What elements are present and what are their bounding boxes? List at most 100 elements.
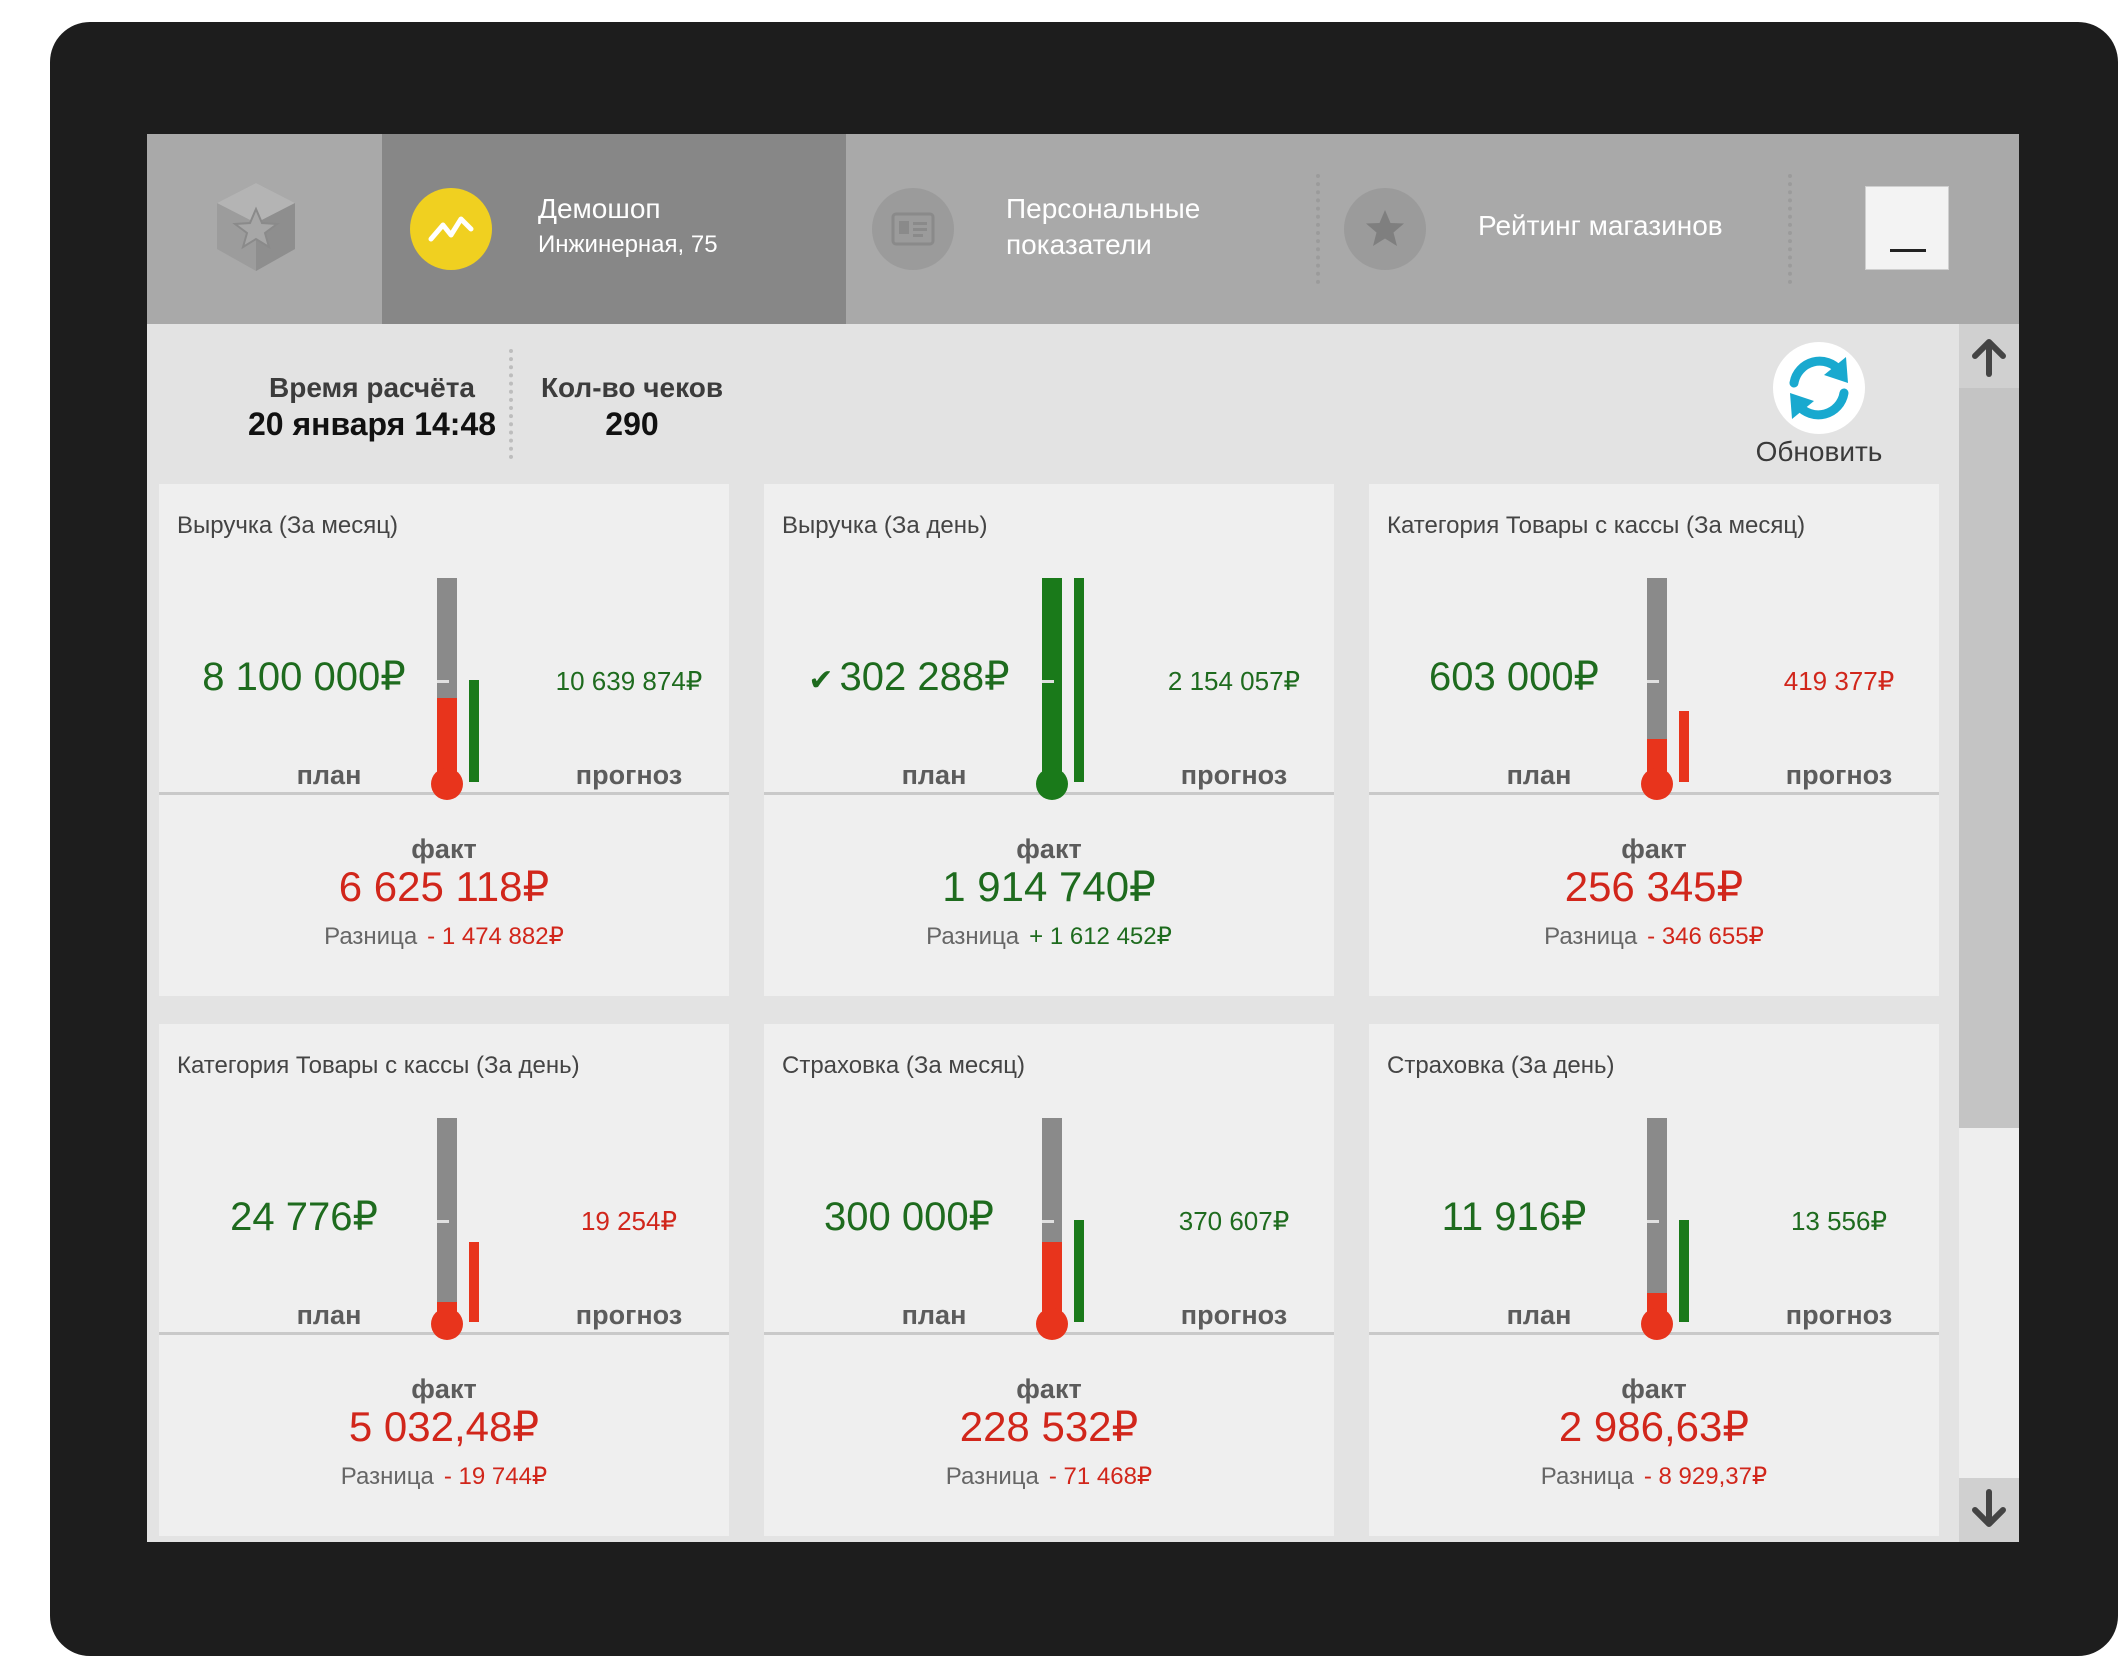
plan-amount: 302 288₽	[839, 655, 1010, 699]
difference-row: Разница - 346 655₽	[1369, 922, 1939, 951]
plan-tick	[1042, 680, 1054, 683]
kpi-card[interactable]: Категория Товары с кассы (За день) 24 776…	[159, 1024, 729, 1536]
header-divider	[1788, 174, 1792, 284]
store-name: Демошоп	[538, 193, 661, 224]
top-navigation: Демошоп Инжинерная, 75 Персональные пока…	[147, 134, 2019, 324]
plan-amount: 8 100 000₽	[202, 655, 406, 699]
difference-value: - 19 744₽	[443, 1463, 548, 1490]
difference-row: Разница + 1 612 452₽	[764, 922, 1334, 951]
plan-label: план	[296, 760, 362, 790]
gauge-bulb	[1641, 1308, 1673, 1340]
card-title: Страховка (За день)	[1387, 1052, 1615, 1079]
vertical-scrollbar[interactable]	[1959, 324, 2019, 1542]
plan-value: ✔ 302 288₽	[764, 654, 1054, 700]
forecast-value: 419 377₽	[1783, 666, 1895, 696]
checks-count: Кол-во чеков 290	[527, 372, 737, 443]
gauge-bulb	[431, 1308, 463, 1340]
difference-row: Разница - 1 474 882₽	[159, 922, 729, 951]
fact-label: факт	[411, 1374, 477, 1404]
card-title: Страховка (За месяц)	[782, 1052, 1025, 1079]
card-title: Выручка (За месяц)	[177, 512, 398, 539]
info-divider	[509, 349, 513, 459]
checkmark-icon: ✔	[808, 664, 834, 697]
plan-tick	[437, 680, 449, 683]
calc-time: Время расчёта 20 января 14:48	[227, 372, 517, 443]
fact-value: 256 345₽	[1564, 863, 1744, 910]
fact-label: факт	[1016, 1374, 1082, 1404]
forecast-label: прогноз	[1785, 760, 1893, 790]
fact-value: 2 986,63₽	[1558, 1403, 1750, 1450]
forecast-bar	[1679, 711, 1689, 782]
scroll-up-arrow-icon[interactable]	[1959, 324, 2019, 388]
forecast-bar	[469, 1242, 479, 1322]
plan-amount: 11 916₽	[1441, 1195, 1587, 1239]
cube-star-icon	[217, 183, 295, 271]
plan-tick	[1647, 680, 1659, 683]
plan-tick	[1647, 1220, 1659, 1223]
plan-value: 603 000₽	[1369, 654, 1659, 700]
difference-value: - 71 468₽	[1048, 1463, 1153, 1490]
calc-time-value: 20 января 14:48	[247, 406, 497, 442]
forecast-label: прогноз	[1180, 760, 1288, 790]
plan-tick	[1042, 1220, 1054, 1223]
app-logo[interactable]	[147, 134, 382, 324]
tab-rating[interactable]: Рейтинг магазинов	[1320, 134, 1788, 324]
app-screen: Демошоп Инжинерная, 75 Персональные пока…	[147, 134, 2019, 1542]
plan-amount: 24 776₽	[230, 1195, 378, 1239]
fact-value: 228 532₽	[959, 1403, 1139, 1450]
fact-label: факт	[1016, 834, 1082, 864]
checks-value: 290	[605, 406, 659, 442]
fact-label: факт	[1621, 834, 1687, 864]
plan-label: план	[1506, 760, 1572, 790]
thermometer-gauge	[1641, 578, 1689, 800]
plan-label: план	[296, 1300, 362, 1330]
difference-value: - 8 929,37₽	[1643, 1463, 1768, 1490]
gauge-bulb	[1036, 768, 1068, 800]
store-address: Инжинерная, 75	[538, 231, 718, 258]
trend-chart-icon	[410, 188, 492, 270]
card-title: Выручка (За день)	[782, 512, 988, 539]
scroll-down-arrow-icon[interactable]	[1959, 1478, 2019, 1542]
forecast-label: прогноз	[575, 1300, 683, 1330]
refresh-icon	[1773, 342, 1865, 434]
tab-personal-label-2: показатели	[1006, 229, 1152, 260]
difference-label: Разница	[945, 1463, 1039, 1490]
minimize-button[interactable]	[1865, 186, 1949, 270]
difference-value: - 1 474 882₽	[427, 923, 564, 950]
fact-label: факт	[411, 834, 477, 864]
thermometer-gauge	[1036, 578, 1084, 800]
kpi-card[interactable]: Страховка (За день) 11 916₽ 13 556₽ план про…	[1369, 1024, 1939, 1536]
tab-personal[interactable]: Персональные показатели	[846, 134, 1316, 324]
tab-rating-label: Рейтинг магазинов	[1478, 210, 1723, 241]
forecast-label: прогноз	[1180, 1300, 1288, 1330]
calc-time-label: Время расчёта	[269, 372, 475, 403]
kpi-card[interactable]: Выручка (За день) ✔ 302 288₽ 2 154 057₽ план…	[764, 484, 1334, 996]
forecast-bar	[1074, 578, 1084, 782]
plan-amount: 300 000₽	[823, 1195, 995, 1239]
refresh-button[interactable]: Обновить	[1739, 342, 1899, 472]
tab-store[interactable]: Демошоп Инжинерная, 75	[382, 134, 846, 324]
plan-amount: 603 000₽	[1428, 655, 1600, 699]
forecast-bar	[1074, 1220, 1084, 1322]
thermometer-gauge	[1641, 1118, 1689, 1340]
difference-value: - 346 655₽	[1647, 923, 1764, 950]
thermometer-gauge	[431, 578, 479, 800]
forecast-label: прогноз	[575, 760, 683, 790]
plan-value: 300 000₽	[764, 1194, 1054, 1240]
difference-row: Разница - 19 744₽	[159, 1462, 729, 1491]
kpi-card[interactable]: Категория Товары с кассы (За месяц) 603 0…	[1369, 484, 1939, 996]
thermometer-gauge	[1036, 1118, 1084, 1340]
fact-value: 5 032,48₽	[348, 1403, 540, 1450]
refresh-label: Обновить	[1755, 436, 1883, 467]
plan-value: 8 100 000₽	[159, 654, 449, 700]
fact-value: 1 914 740₽	[942, 863, 1156, 910]
gauge-bulb	[431, 768, 463, 800]
kpi-card[interactable]: Страховка (За месяц) 300 000₽ 370 607₽ план…	[764, 1024, 1334, 1536]
difference-label: Разница	[1544, 923, 1638, 950]
forecast-bar	[1679, 1220, 1689, 1322]
scroll-thumb[interactable]	[1959, 388, 2019, 1128]
kpi-card[interactable]: Выручка (За месяц) 8 100 000₽ 10 639 874₽ п…	[159, 484, 729, 996]
card-title: Категория Товары с кассы (За день)	[177, 1052, 580, 1079]
gauge-bulb	[1641, 768, 1673, 800]
plan-value: 24 776₽	[159, 1194, 449, 1240]
